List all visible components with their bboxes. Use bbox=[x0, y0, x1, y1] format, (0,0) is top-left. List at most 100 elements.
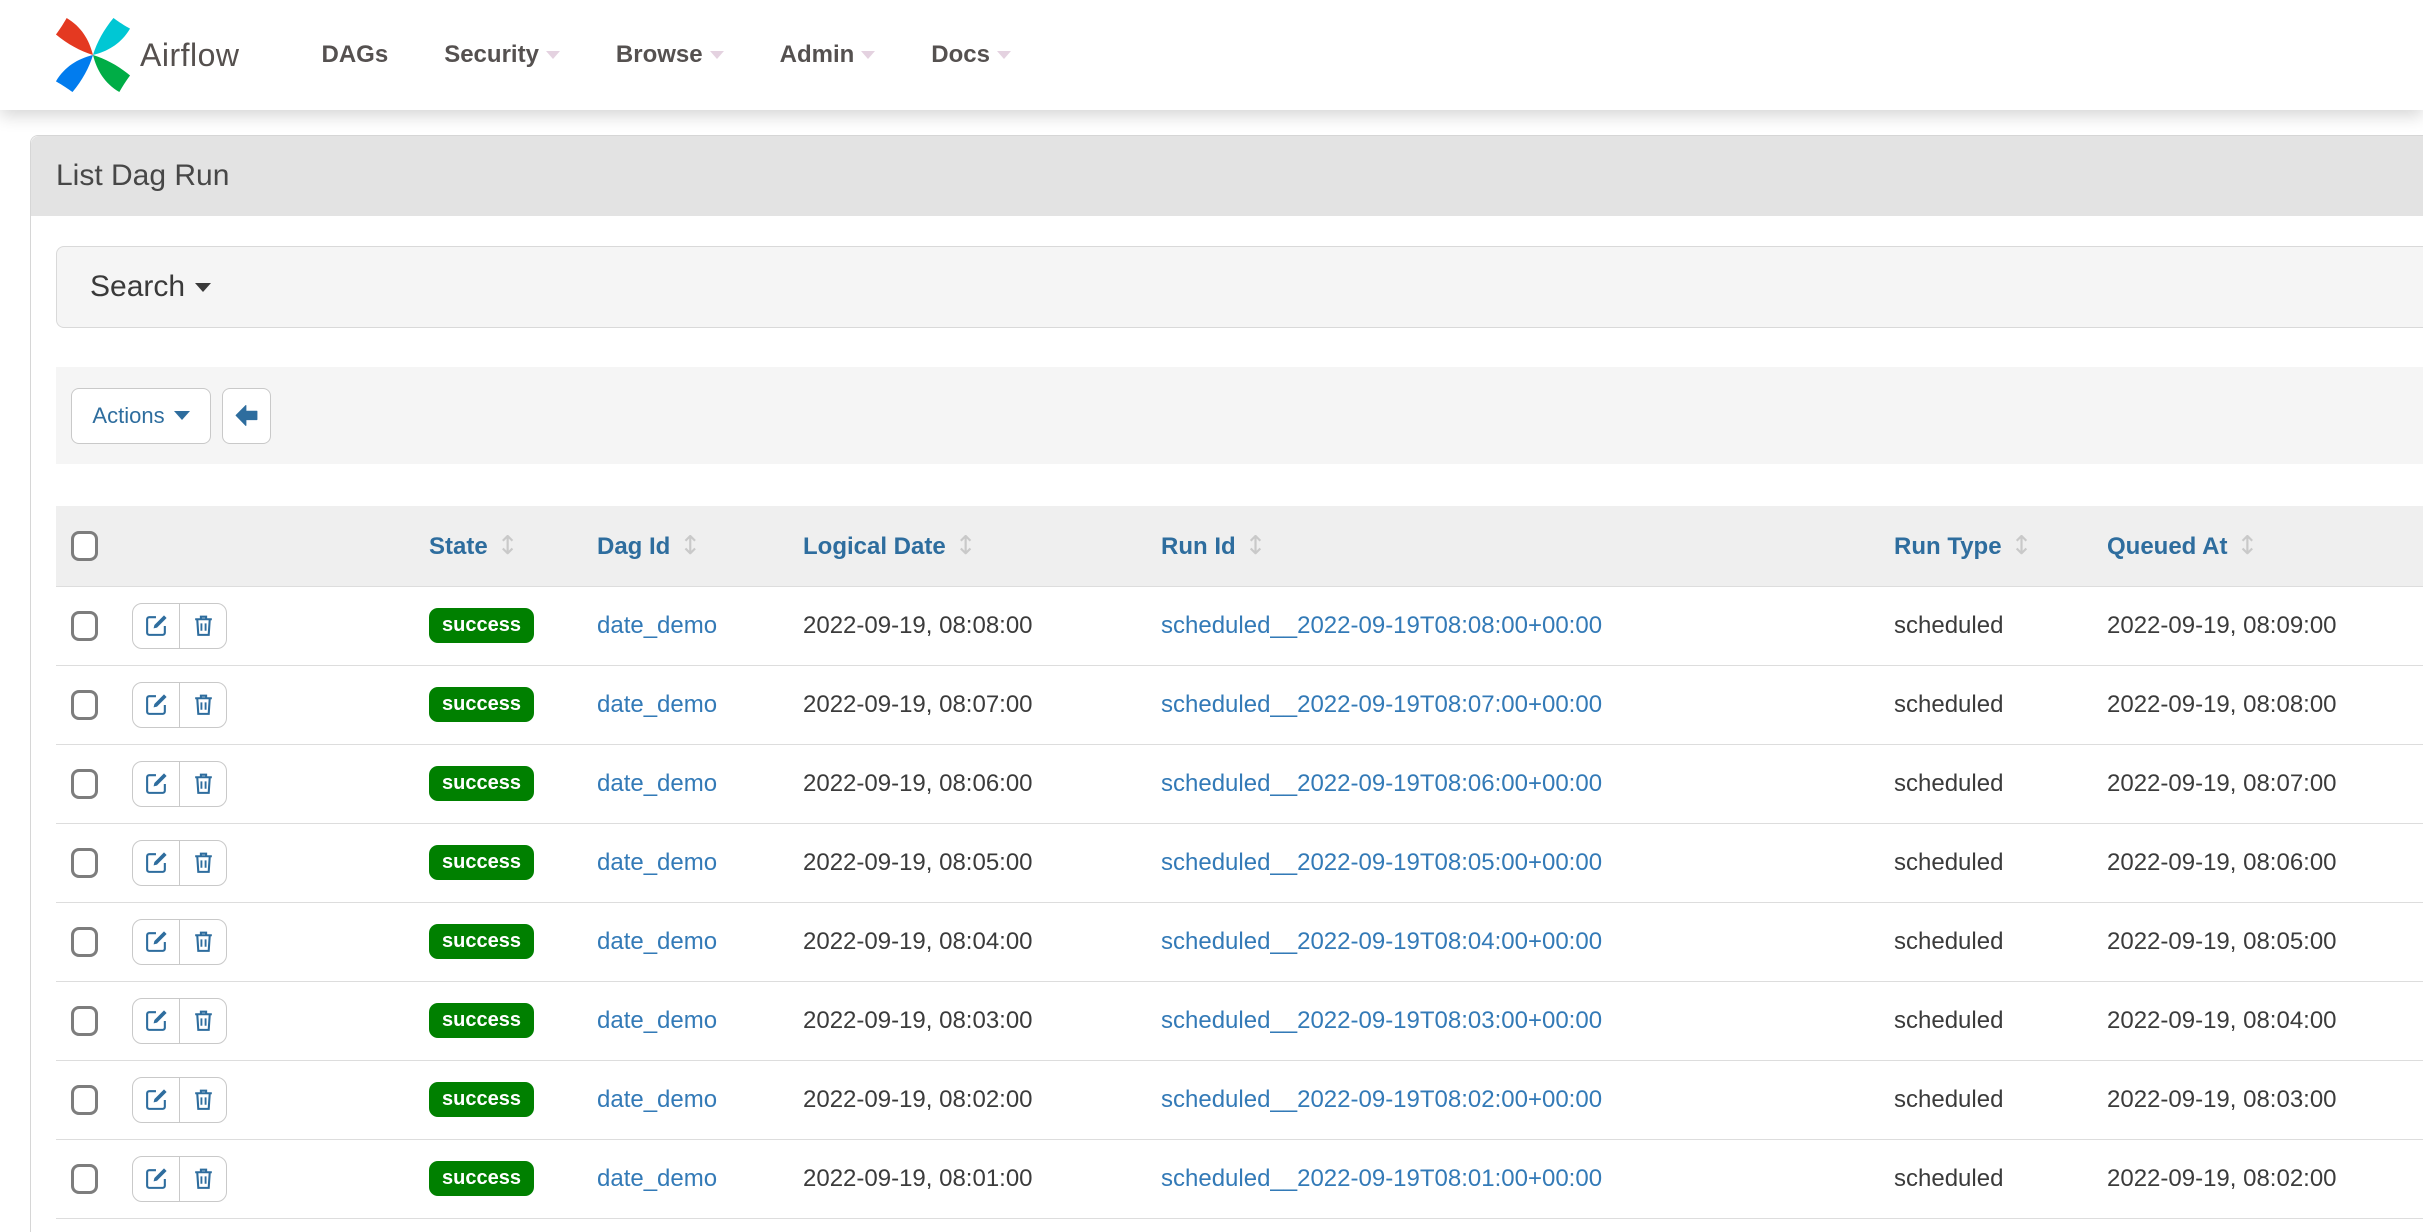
status-badge: success bbox=[429, 1161, 534, 1196]
arrow-left-icon bbox=[233, 402, 260, 429]
status-badge: success bbox=[429, 924, 534, 959]
edit-record-button[interactable] bbox=[132, 1156, 180, 1202]
dag-id-link[interactable]: date_demo bbox=[597, 928, 717, 955]
dag-id-link[interactable]: date_demo bbox=[597, 770, 717, 797]
dag-id-link[interactable]: date_demo bbox=[597, 1165, 717, 1192]
status-badge: success bbox=[429, 1082, 534, 1117]
row-checkbox[interactable] bbox=[71, 690, 98, 720]
edit-record-button[interactable] bbox=[132, 840, 180, 886]
pencil-square-icon bbox=[144, 1166, 169, 1191]
row-action-buttons bbox=[132, 603, 227, 649]
dag-id-link[interactable]: date_demo bbox=[597, 1007, 717, 1034]
delete-record-button[interactable] bbox=[179, 919, 227, 965]
delete-record-button[interactable] bbox=[179, 998, 227, 1044]
run-type-value: scheduled bbox=[1894, 1086, 2003, 1113]
nav-label: Security bbox=[444, 41, 539, 69]
status-badge: success bbox=[429, 1003, 534, 1038]
table-row: success date_demo 2022-09-19, 08:05:00 s… bbox=[56, 823, 2423, 902]
delete-record-button[interactable] bbox=[179, 1077, 227, 1123]
queued-at-value: 2022-09-19, 08:09:00 bbox=[2107, 612, 2337, 639]
actions-dropdown-button[interactable]: Actions bbox=[71, 388, 211, 444]
column-header-logical-date[interactable]: Logical Date bbox=[803, 533, 946, 560]
delete-record-button[interactable] bbox=[179, 761, 227, 807]
run-id-link[interactable]: scheduled__2022-09-19T08:04:00+00:00 bbox=[1161, 928, 1602, 955]
back-button[interactable] bbox=[222, 388, 271, 444]
row-checkbox[interactable] bbox=[71, 611, 98, 641]
queued-at-value: 2022-09-19, 08:06:00 bbox=[2107, 849, 2337, 876]
run-id-link[interactable]: scheduled__2022-09-19T08:03:00+00:00 bbox=[1161, 1007, 1602, 1034]
nav-item-browse[interactable]: Browse bbox=[588, 41, 752, 69]
trash-icon bbox=[191, 1087, 216, 1112]
page-title: List Dag Run bbox=[31, 136, 2423, 216]
run-id-link[interactable]: scheduled__2022-09-19T08:02:00+00:00 bbox=[1161, 1086, 1602, 1113]
pencil-square-icon bbox=[144, 613, 169, 638]
row-action-buttons bbox=[132, 761, 227, 807]
row-action-buttons bbox=[132, 840, 227, 886]
edit-record-button[interactable] bbox=[132, 761, 180, 807]
actions-label: Actions bbox=[92, 403, 164, 429]
status-badge: success bbox=[429, 766, 534, 801]
logical-date-value: 2022-09-19, 08:04:00 bbox=[803, 928, 1033, 955]
row-checkbox[interactable] bbox=[71, 848, 98, 878]
dag-id-link[interactable]: date_demo bbox=[597, 612, 717, 639]
run-id-link[interactable]: scheduled__2022-09-19T08:07:00+00:00 bbox=[1161, 691, 1602, 718]
nav-item-dags[interactable]: DAGs bbox=[294, 41, 417, 69]
nav-item-admin[interactable]: Admin bbox=[752, 41, 904, 69]
edit-record-button[interactable] bbox=[132, 998, 180, 1044]
sort-icon: ↕ bbox=[679, 531, 701, 561]
logical-date-value: 2022-09-19, 08:07:00 bbox=[803, 691, 1033, 718]
column-header-run-type[interactable]: Run Type bbox=[1894, 533, 2002, 560]
row-action-buttons bbox=[132, 682, 227, 728]
delete-record-button[interactable] bbox=[179, 603, 227, 649]
row-checkbox[interactable] bbox=[71, 927, 98, 957]
row-checkbox[interactable] bbox=[71, 769, 98, 799]
edit-record-button[interactable] bbox=[132, 1077, 180, 1123]
edit-record-button[interactable] bbox=[132, 603, 180, 649]
column-header-run-id[interactable]: Run Id bbox=[1161, 533, 1236, 560]
sort-icon: ↕ bbox=[1245, 531, 1267, 561]
delete-record-button[interactable] bbox=[179, 840, 227, 886]
pencil-square-icon bbox=[144, 1008, 169, 1033]
row-checkbox[interactable] bbox=[71, 1085, 98, 1115]
actions-column-header bbox=[126, 506, 429, 586]
panel-body: Search Actions bbox=[31, 216, 2423, 1232]
column-header-dag-id[interactable]: Dag Id bbox=[597, 533, 670, 560]
column-header-state[interactable]: State bbox=[429, 533, 488, 560]
nav-item-security[interactable]: Security bbox=[416, 41, 588, 69]
run-id-link[interactable]: scheduled__2022-09-19T08:01:00+00:00 bbox=[1161, 1165, 1602, 1192]
logical-date-value: 2022-09-19, 08:08:00 bbox=[803, 612, 1033, 639]
run-id-link[interactable]: scheduled__2022-09-19T08:06:00+00:00 bbox=[1161, 770, 1602, 797]
airflow-brand[interactable]: Airflow bbox=[54, 16, 240, 94]
delete-record-button[interactable] bbox=[179, 682, 227, 728]
sort-icon: ↕ bbox=[2236, 531, 2258, 561]
nav-item-docs[interactable]: Docs bbox=[903, 41, 1039, 69]
pencil-square-icon bbox=[144, 929, 169, 954]
dag-id-link[interactable]: date_demo bbox=[597, 849, 717, 876]
logical-date-value: 2022-09-19, 08:02:00 bbox=[803, 1086, 1033, 1113]
edit-record-button[interactable] bbox=[132, 682, 180, 728]
logical-date-value: 2022-09-19, 08:06:00 bbox=[803, 770, 1033, 797]
row-checkbox[interactable] bbox=[71, 1164, 98, 1194]
dag-id-link[interactable]: date_demo bbox=[597, 691, 717, 718]
row-checkbox[interactable] bbox=[71, 1006, 98, 1036]
chevron-down-icon bbox=[710, 51, 724, 59]
queued-at-value: 2022-09-19, 08:05:00 bbox=[2107, 928, 2337, 955]
dag-id-link[interactable]: date_demo bbox=[597, 1086, 717, 1113]
status-badge: success bbox=[429, 845, 534, 880]
logical-date-value: 2022-09-19, 08:05:00 bbox=[803, 849, 1033, 876]
search-toggle[interactable]: Search bbox=[90, 270, 211, 304]
run-id-link[interactable]: scheduled__2022-09-19T08:08:00+00:00 bbox=[1161, 612, 1602, 639]
trash-icon bbox=[191, 1166, 216, 1191]
edit-record-button[interactable] bbox=[132, 919, 180, 965]
chevron-down-icon bbox=[174, 411, 190, 420]
top-navbar: Airflow DAGs Security Browse Admin Docs bbox=[0, 0, 2423, 110]
run-id-link[interactable]: scheduled__2022-09-19T08:05:00+00:00 bbox=[1161, 849, 1602, 876]
delete-record-button[interactable] bbox=[179, 1156, 227, 1202]
trash-icon bbox=[191, 929, 216, 954]
queued-at-value: 2022-09-19, 08:08:00 bbox=[2107, 691, 2337, 718]
queued-at-value: 2022-09-19, 08:03:00 bbox=[2107, 1086, 2337, 1113]
nav-label: Docs bbox=[931, 41, 990, 69]
list-dag-run-panel: List Dag Run Search Actions bbox=[30, 135, 2423, 1232]
column-header-queued-at[interactable]: Queued At bbox=[2107, 533, 2227, 560]
select-all-checkbox[interactable] bbox=[71, 531, 98, 561]
